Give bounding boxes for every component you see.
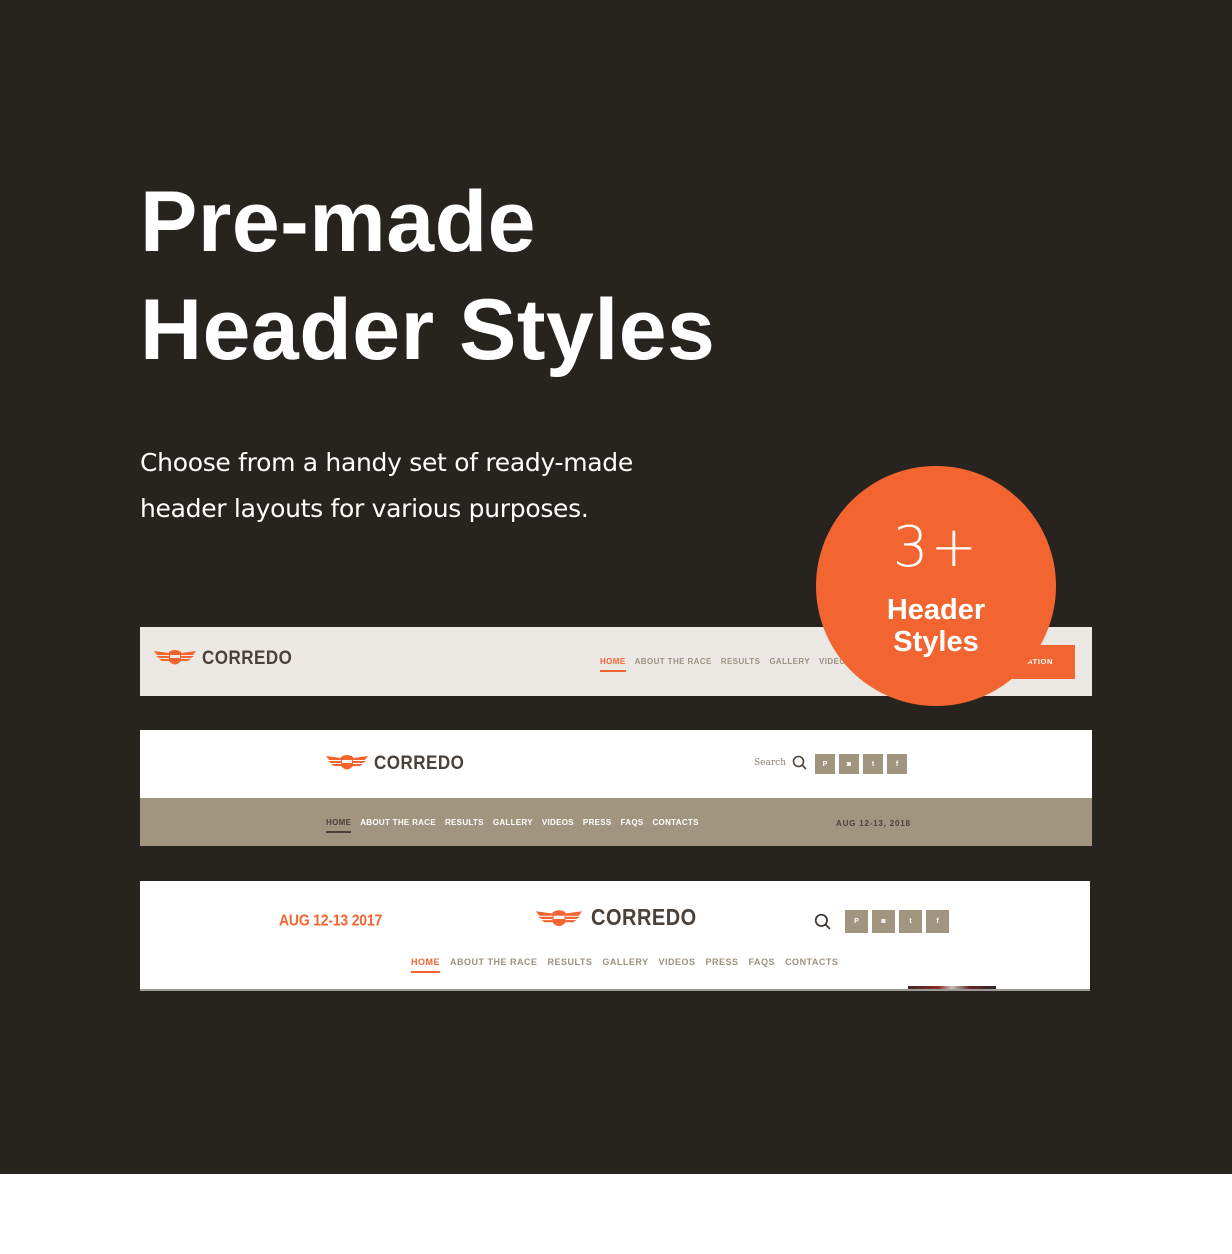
facebook-icon[interactable]: f bbox=[926, 910, 949, 933]
nav-item-gallery[interactable]: Gallery bbox=[493, 818, 533, 827]
nav-item-results[interactable]: Results bbox=[445, 818, 484, 827]
nav-item-press[interactable]: Press bbox=[706, 957, 739, 967]
nav-item-about[interactable]: About the race bbox=[635, 657, 712, 666]
search-icon bbox=[814, 913, 831, 930]
header-preview-2: CORREDO Search P ◙ t f Home About the ra… bbox=[140, 730, 1092, 846]
nav-item-faqs[interactable]: FAQs bbox=[621, 818, 644, 827]
page-subtitle: Choose from a handy set of ready-made he… bbox=[140, 440, 740, 532]
social-links: P ◙ t f bbox=[845, 910, 949, 933]
nav-item-home[interactable]: Home bbox=[411, 957, 440, 973]
badge-count: 3+ bbox=[892, 515, 980, 580]
nav-item-gallery[interactable]: Gallery bbox=[769, 657, 810, 666]
nav-item-videos[interactable]: Videos bbox=[542, 818, 574, 827]
search-label: Search bbox=[754, 757, 786, 768]
header-preview-3: AUG 12-13 2017 CORREDO P ◙ t f Home Abou… bbox=[140, 881, 1090, 991]
nav-item-results[interactable]: Results bbox=[721, 657, 761, 666]
brand-logo[interactable]: CORREDO bbox=[154, 646, 293, 669]
main-nav: Home About the race Results Gallery Vide… bbox=[600, 657, 866, 672]
badge-label: Header Styles bbox=[816, 594, 1056, 658]
nav-item-faqs[interactable]: FAQs bbox=[749, 957, 776, 967]
brand-logo[interactable]: CORREDO bbox=[534, 905, 697, 931]
search-button[interactable] bbox=[814, 913, 831, 935]
nav-item-gallery[interactable]: Gallery bbox=[602, 957, 648, 967]
title-line: Pre-made bbox=[140, 174, 536, 270]
logo-text: CORREDO bbox=[202, 646, 293, 669]
winged-helmet-icon bbox=[154, 650, 196, 665]
nav-item-about[interactable]: About the race bbox=[360, 818, 436, 827]
nav-item-contacts[interactable]: Contacts bbox=[785, 957, 838, 967]
winged-helmet-icon bbox=[326, 755, 368, 770]
facebook-icon[interactable]: f bbox=[887, 754, 907, 774]
subtitle-line: Choose from a handy set of ready-made bbox=[140, 448, 633, 477]
nav-item-results[interactable]: Results bbox=[548, 957, 593, 967]
title-line: Header Styles bbox=[140, 282, 716, 378]
instagram-icon[interactable]: ◙ bbox=[872, 910, 895, 933]
pinterest-icon[interactable]: P bbox=[845, 910, 868, 933]
winged-helmet-icon bbox=[535, 909, 583, 926]
search-icon bbox=[792, 755, 807, 770]
logo-text: CORREDO bbox=[374, 751, 465, 774]
nav-item-press[interactable]: Press bbox=[583, 818, 612, 827]
event-date: AUG 12-13 2017 bbox=[279, 911, 383, 929]
header-count-badge: 3+ Header Styles bbox=[816, 466, 1056, 706]
hero-image-peek bbox=[908, 986, 996, 989]
twitter-icon[interactable]: t bbox=[863, 754, 883, 774]
nav-item-contacts[interactable]: Contacts bbox=[652, 818, 698, 827]
main-nav: Home About the race Results Gallery Vide… bbox=[326, 818, 699, 833]
nav-item-videos[interactable]: Videos bbox=[659, 957, 696, 967]
badge-label-line: Styles bbox=[893, 626, 979, 658]
nav-item-home[interactable]: Home bbox=[600, 657, 626, 672]
social-links: P ◙ t f bbox=[815, 754, 907, 774]
twitter-icon[interactable]: t bbox=[899, 910, 922, 933]
brand-logo[interactable]: CORREDO bbox=[326, 751, 465, 774]
instagram-icon[interactable]: ◙ bbox=[839, 754, 859, 774]
search-control[interactable]: Search bbox=[754, 755, 807, 770]
main-nav: Home About the race Results Gallery Vide… bbox=[411, 957, 838, 973]
header-top-bar bbox=[140, 730, 1092, 798]
page-title: Pre-made Header Styles bbox=[140, 168, 715, 384]
logo-text: CORREDO bbox=[591, 905, 697, 931]
nav-item-home[interactable]: Home bbox=[326, 818, 352, 833]
badge-label-line: Header bbox=[886, 594, 986, 626]
nav-item-about[interactable]: About the race bbox=[450, 957, 538, 967]
pinterest-icon[interactable]: P bbox=[815, 754, 835, 774]
event-date: AUG 12-13, 2018 bbox=[836, 819, 911, 828]
subtitle-line: header layouts for various purposes. bbox=[140, 494, 589, 523]
